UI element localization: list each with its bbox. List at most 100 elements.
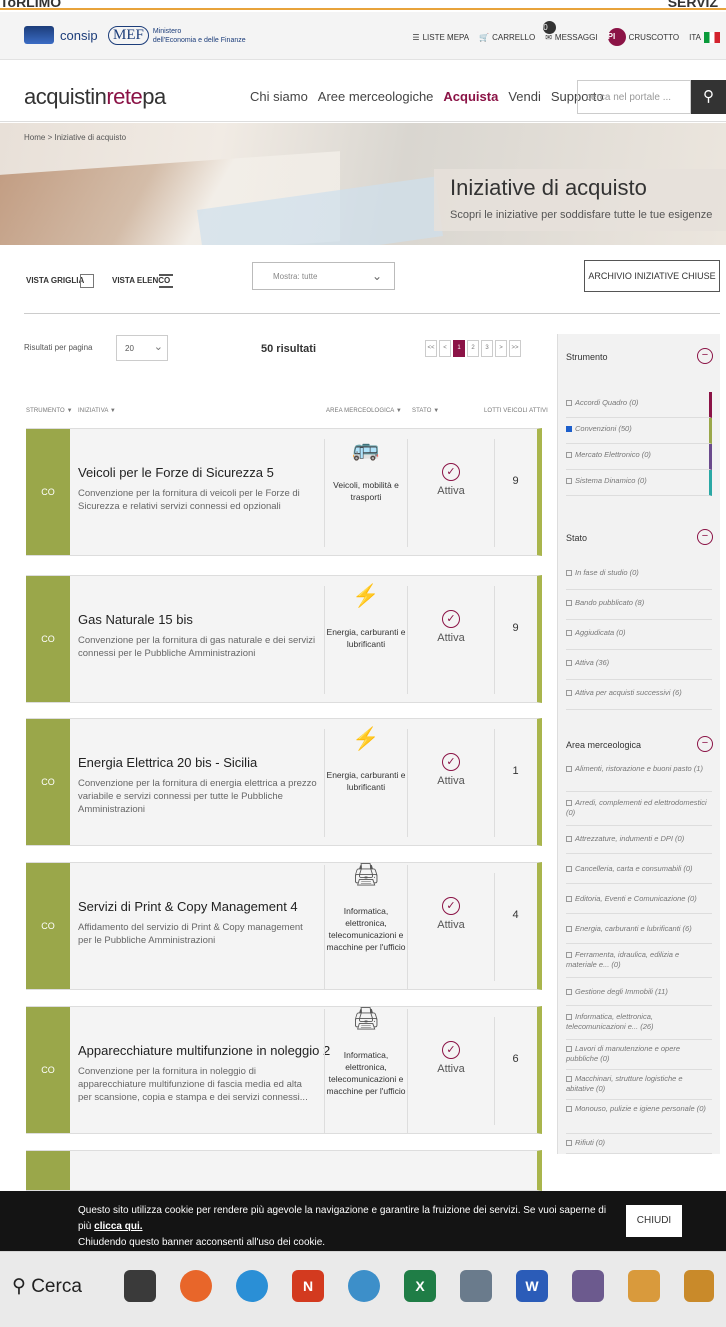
- acquistinretepa-logo[interactable]: acquistinretepa: [24, 84, 166, 110]
- initiative-desc: Convenzione per la fornitura in noleggio…: [78, 1066, 308, 1103]
- filter-option[interactable]: Editoria, Eventi e Comunicazione (0): [566, 884, 712, 914]
- page-1[interactable]: 1: [453, 340, 465, 357]
- consip-logo[interactable]: consip: [24, 26, 98, 44]
- task-view-icon[interactable]: [124, 1270, 156, 1302]
- firefox-icon[interactable]: [180, 1270, 212, 1302]
- carrello-link[interactable]: 🛒 CARRELLO: [479, 33, 535, 42]
- col-area[interactable]: AREA MERCEOLOGICA ▼: [326, 408, 402, 414]
- filter-select[interactable]: Mostra: tutte ⌄: [252, 262, 395, 290]
- page-title: Iniziative di acquisto: [450, 175, 647, 200]
- package-app-icon[interactable]: [684, 1270, 714, 1302]
- filter-option[interactable]: Aggiudicata (0): [566, 620, 712, 650]
- area-cell: 🖨 Informatica, elettronica, telecomunica…: [324, 864, 408, 989]
- initiative-card[interactable]: CO Veicoli per le Forze di Sicurezza 5 C…: [26, 428, 542, 556]
- divider: [24, 313, 720, 314]
- filter-option[interactable]: Mercato Elettronico (0): [566, 444, 712, 470]
- nav-acquista[interactable]: Acquista: [443, 89, 498, 104]
- filter-option[interactable]: Convenzioni (50): [566, 418, 712, 444]
- teacher-app-icon[interactable]: [572, 1270, 604, 1302]
- messaggi-link[interactable]: 0 ✉ MESSAGGI: [543, 20, 598, 42]
- page-prev[interactable]: <: [439, 340, 451, 357]
- strumento-tag: CO: [26, 719, 70, 845]
- filter-option[interactable]: Bando pubblicato (8): [566, 590, 712, 620]
- filter-option[interactable]: Cancelleria, carta e consumabili (0): [566, 854, 712, 884]
- users-app-icon[interactable]: [628, 1270, 660, 1302]
- pdf-app-icon[interactable]: N: [292, 1270, 324, 1302]
- search-icon: ⚲: [703, 88, 714, 105]
- initiative-title[interactable]: Veicoli per le Forze di Sicurezza 5: [78, 465, 274, 480]
- filter-option[interactable]: Rifiuti (0): [566, 1134, 712, 1154]
- initiative-title[interactable]: Energia Elettrica 20 bis - Sicilia: [78, 755, 257, 770]
- page-first[interactable]: <<: [425, 340, 437, 357]
- filter-option[interactable]: Gestione degli Immobili (11): [566, 978, 712, 1006]
- check-circle-icon: ✓: [442, 463, 460, 481]
- filter-option[interactable]: Arredi, complementi ed elettrodomestici …: [566, 792, 712, 826]
- search-button[interactable]: ⚲: [691, 80, 726, 114]
- filter-option[interactable]: Attiva (36): [566, 650, 712, 680]
- initiative-card[interactable]: CO Energia Elettrica 20 bis - Sicilia Co…: [26, 718, 542, 846]
- excel-icon[interactable]: X: [404, 1270, 436, 1302]
- settings-app-icon[interactable]: [348, 1270, 380, 1302]
- collapse-strumento-icon[interactable]: −: [697, 348, 713, 364]
- initiative-card[interactable]: CO Gas Naturale 15 bis Convenzione per l…: [26, 575, 542, 703]
- breadcrumb-home[interactable]: Home: [24, 133, 45, 142]
- list-view-icon[interactable]: [159, 274, 173, 288]
- word-icon[interactable]: W: [516, 1270, 548, 1302]
- collapse-stato-icon[interactable]: −: [697, 529, 713, 545]
- filter-stato-title: Stato: [566, 533, 588, 543]
- check-circle-icon: ✓: [442, 753, 460, 771]
- filter-option[interactable]: Lavori di manutenzione e opere pubbliche…: [566, 1040, 712, 1070]
- grid-view-label[interactable]: VISTA GRIGLIA: [26, 276, 84, 285]
- liste-mepa-link[interactable]: ☰ LISTE MEPA: [412, 33, 469, 42]
- area-cell: 🚌 Veicoli, mobilità e trasporti: [324, 438, 408, 547]
- cruscotto-link[interactable]: PI CRUSCOTTO: [607, 28, 679, 46]
- lotti-cell: 9: [494, 586, 536, 694]
- filter-option[interactable]: Attiva per acquisti successivi (6): [566, 680, 712, 710]
- filter-option[interactable]: Sistema Dinamico (0): [566, 470, 712, 496]
- edge-icon[interactable]: [236, 1270, 268, 1302]
- area-cell: ⚡ Energia, carburanti e lubrificanti: [324, 585, 408, 694]
- filter-option[interactable]: Informatica, elettronica, telecomunicazi…: [566, 1006, 712, 1040]
- archive-button[interactable]: ARCHIVIO INIZIATIVE CHIUSE: [584, 260, 720, 292]
- initiative-card-partial[interactable]: [26, 1150, 542, 1191]
- calculator-icon[interactable]: [460, 1270, 492, 1302]
- cookie-close-button[interactable]: CHIUDI: [626, 1205, 682, 1237]
- initiative-title[interactable]: Apparecchiature multifunzione in noleggi…: [78, 1043, 330, 1058]
- language-selector[interactable]: ITA: [689, 31, 720, 43]
- page-2[interactable]: 2: [467, 340, 479, 357]
- grid-view-icon[interactable]: [80, 274, 94, 288]
- page-next[interactable]: >: [495, 340, 507, 357]
- pagination: << < 1 2 3 > >>: [425, 340, 521, 357]
- cookie-more-link[interactable]: clicca qui.: [94, 1221, 142, 1232]
- col-stato[interactable]: STATO ▼: [412, 408, 439, 414]
- col-strumento[interactable]: STRUMENTO ▼: [26, 408, 73, 414]
- filter-option[interactable]: Alimenti, ristorazione e buoni pasto (1): [566, 758, 712, 792]
- filter-option[interactable]: Accordi Quadro (0): [566, 392, 712, 418]
- perpage-select[interactable]: 20 ⌄: [116, 335, 168, 361]
- filter-option[interactable]: In fase di studio (0): [566, 560, 712, 590]
- collapse-area-icon[interactable]: −: [697, 736, 713, 752]
- col-iniziativa[interactable]: INIZIATIVA ▼: [78, 408, 116, 414]
- initiative-title[interactable]: Gas Naturale 15 bis: [78, 612, 193, 627]
- nav-chi-siamo[interactable]: Chi siamo: [250, 89, 308, 104]
- results-count: 50 risultati: [261, 343, 317, 355]
- page-3[interactable]: 3: [481, 340, 493, 357]
- envelope-icon: ✉: [545, 32, 552, 42]
- filter-option[interactable]: Attrezzature, indumenti e DPI (0): [566, 826, 712, 854]
- search-input[interactable]: cerca nel portale ...: [577, 80, 691, 114]
- filter-option[interactable]: Energia, carburanti e lubrificanti (6): [566, 914, 712, 944]
- institutional-header: consip MEF Ministero dell'Economia e dell…: [0, 12, 726, 60]
- taskbar-search[interactable]: ⚲ Cerca: [12, 1275, 82, 1298]
- main-nav: Chi siamo Aree merceologiche Acquista Ve…: [250, 89, 604, 104]
- filter-option[interactable]: Monouso, pulizie e igiene personale (0): [566, 1100, 712, 1134]
- nav-vendi[interactable]: Vendi: [508, 89, 541, 104]
- page-last[interactable]: >>: [509, 340, 521, 357]
- nav-aree-merceologiche[interactable]: Aree merceologiche: [318, 89, 434, 104]
- initiative-title[interactable]: Servizi di Print & Copy Management 4: [78, 899, 298, 914]
- initiative-desc: Convenzione per la fornitura di veicoli …: [78, 488, 300, 512]
- filter-option[interactable]: Ferramenta, idraulica, edilizia e materi…: [566, 944, 712, 978]
- mef-logo[interactable]: MEF Ministero dell'Economia e delle Finan…: [108, 26, 246, 45]
- initiative-card[interactable]: CO Apparecchiature multifunzione in nole…: [26, 1006, 542, 1134]
- initiative-card[interactable]: CO Servizi di Print & Copy Management 4 …: [26, 862, 542, 990]
- filter-option[interactable]: Macchinari, strutture logistiche e abita…: [566, 1070, 712, 1100]
